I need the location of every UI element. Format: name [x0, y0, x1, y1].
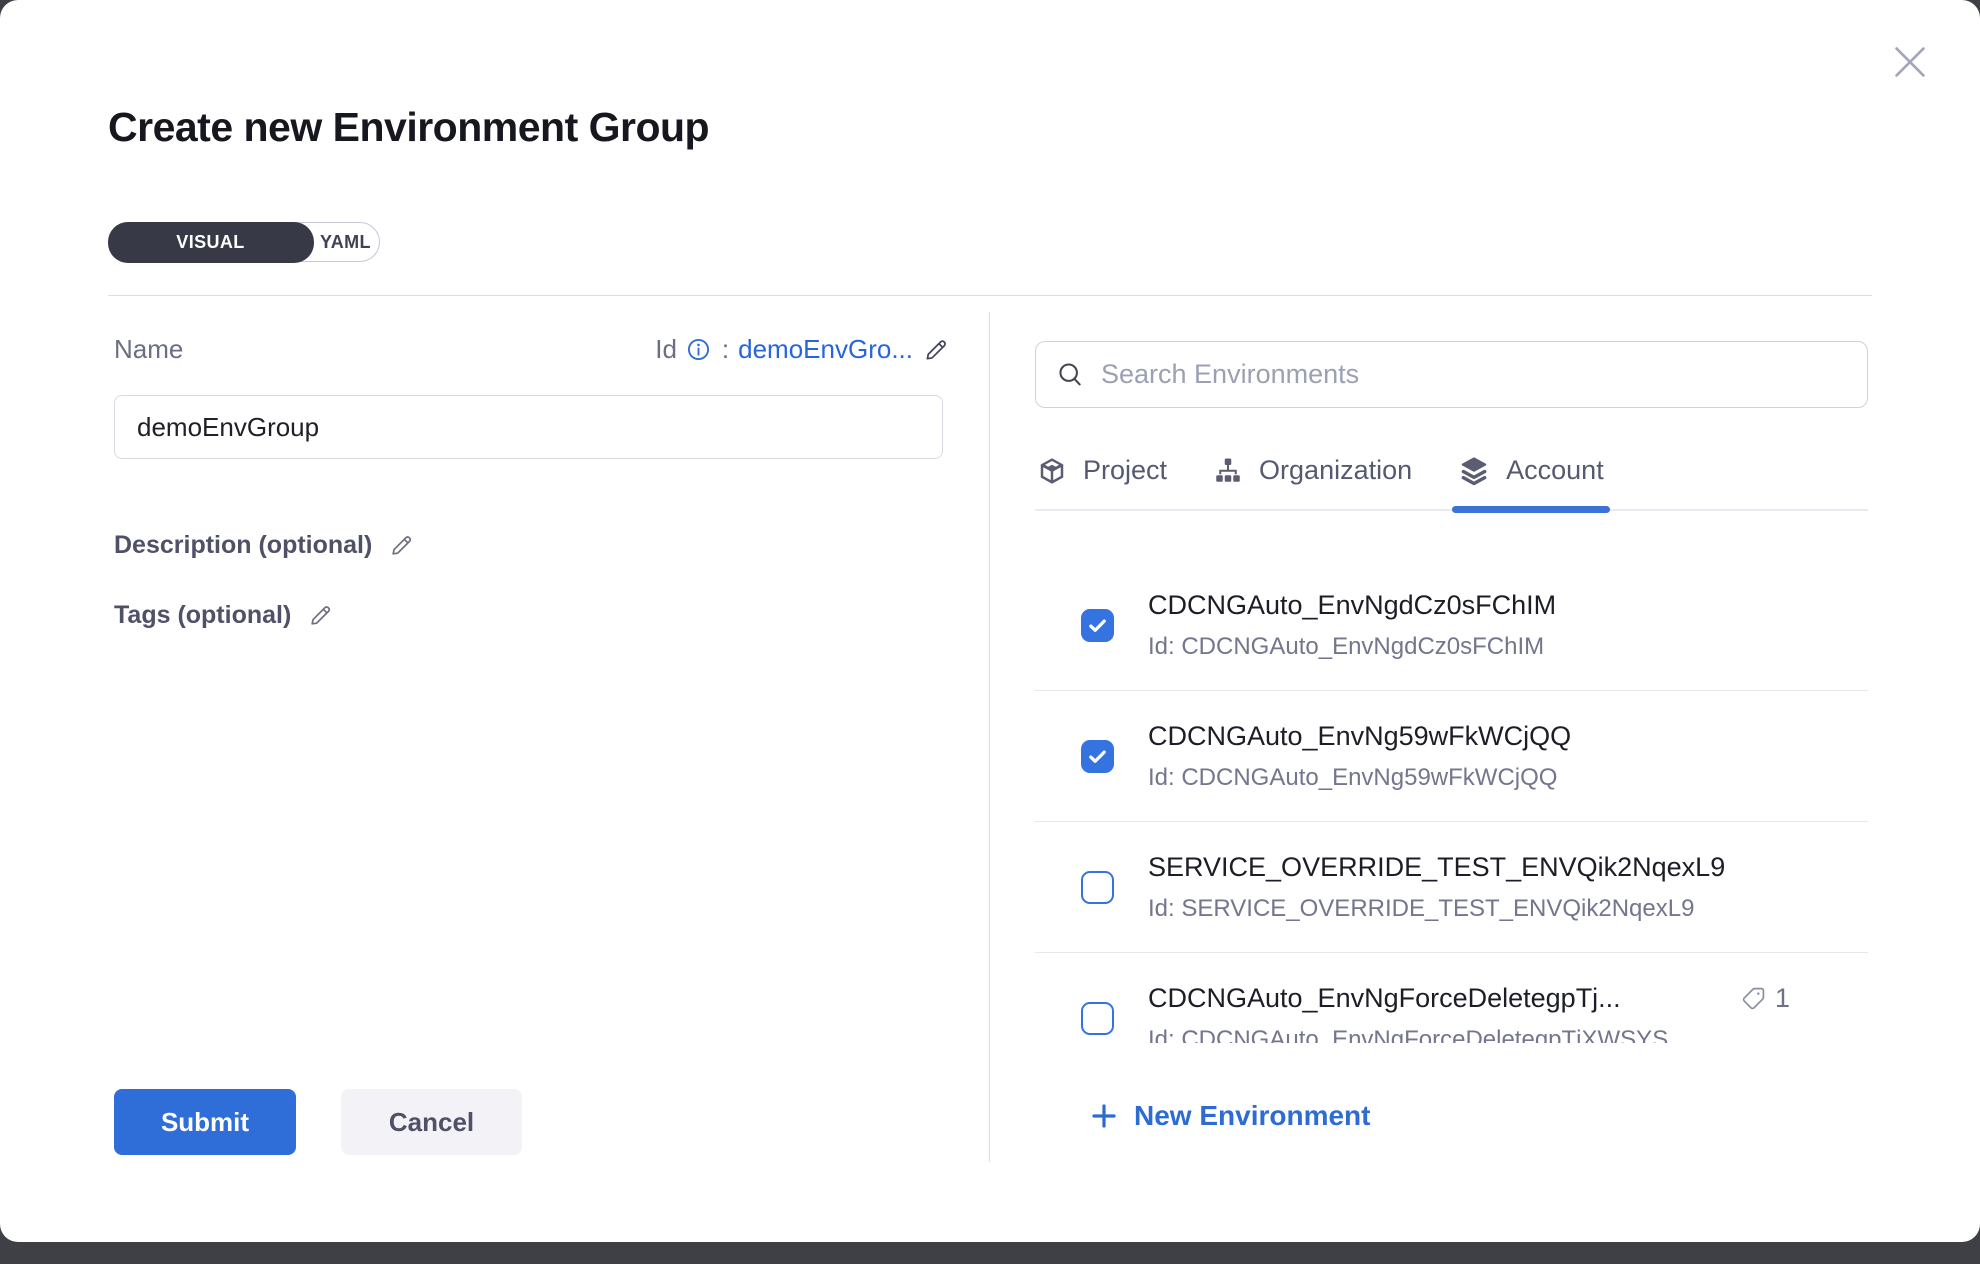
search-icon [1056, 360, 1085, 389]
new-environment-label: New Environment [1134, 1100, 1370, 1132]
tab-organization-label: Organization [1259, 455, 1412, 486]
environment-row[interactable]: CDCNGAuto_EnvNgdCz0sFChIM Id: CDCNGAuto_… [1035, 560, 1868, 691]
environment-id: Id: CDCNGAuto_EnvNgdCz0sFChIM [1148, 633, 1556, 661]
id-value: demoEnvGro... [738, 334, 913, 365]
environment-text: CDCNGAuto_EnvNgForceDeletegpTj... Id: CD… [1148, 982, 1668, 1043]
environment-id: Id: CDCNGAuto_EnvNgForceDeletegpTjXWSYS [1148, 1026, 1668, 1043]
toggle-yaml[interactable]: YAML [312, 223, 379, 261]
form-panel-divider [989, 312, 990, 1162]
close-icon [1887, 39, 1933, 85]
tag-count: 1 [1775, 983, 1790, 1014]
environment-name: SERVICE_OVERRIDE_TEST_ENVQik2NqexL9 [1148, 851, 1725, 883]
id-colon: : [722, 334, 729, 365]
close-button[interactable] [1884, 36, 1936, 88]
tag-icon [1740, 985, 1767, 1012]
environment-id: Id: CDCNGAuto_EnvNg59wFkWCjQQ [1148, 764, 1571, 792]
visual-yaml-toggle: VISUAL YAML [108, 222, 380, 262]
environment-checkbox[interactable] [1081, 609, 1114, 642]
toggle-visual[interactable]: VISUAL [108, 222, 314, 263]
scope-tabs: Project Organization [1035, 432, 1868, 511]
cancel-button[interactable]: Cancel [341, 1089, 522, 1155]
environment-id: Id: SERVICE_OVERRIDE_TEST_ENVQik2NqexL9 [1148, 895, 1725, 923]
environment-text: SERVICE_OVERRIDE_TEST_ENVQik2NqexL9 Id: … [1148, 851, 1725, 923]
edit-tags-pencil-icon[interactable] [307, 602, 334, 629]
environment-list: CDCNGAuto_EnvNgdCz0sFChIM Id: CDCNGAuto_… [1035, 511, 1868, 1043]
environment-name: CDCNGAuto_EnvNgdCz0sFChIM [1148, 589, 1556, 621]
environment-checkbox[interactable] [1081, 740, 1114, 773]
environment-text: CDCNGAuto_EnvNgdCz0sFChIM Id: CDCNGAuto_… [1148, 589, 1556, 661]
environment-row[interactable]: SERVICE_OVERRIDE_TEST_ENVQik2NqexL9 Id: … [1035, 822, 1868, 953]
search-box [1035, 341, 1868, 408]
submit-button[interactable]: Submit [114, 1089, 296, 1155]
edit-id-pencil-icon[interactable] [922, 336, 950, 364]
id-label: Id [655, 334, 677, 365]
layers-icon [1458, 455, 1490, 487]
environments-panel: Project Organization [1035, 341, 1868, 1043]
name-label: Name [114, 334, 183, 365]
cube-icon [1037, 456, 1067, 486]
edit-description-pencil-icon[interactable] [388, 532, 415, 559]
environment-row[interactable]: CDCNGAuto_EnvNg59wFkWCjQQ Id: CDCNGAuto_… [1035, 691, 1868, 822]
info-icon[interactable] [686, 337, 711, 362]
tab-project[interactable]: Project [1037, 432, 1167, 509]
identifier-group: Id : demoEnvGro... [655, 334, 950, 365]
new-environment-button[interactable]: New Environment [1089, 1100, 1370, 1132]
tags-label: Tags (optional) [114, 601, 291, 630]
description-row: Description (optional) [114, 531, 415, 560]
tags-row: Tags (optional) [114, 601, 334, 630]
environment-name: CDCNGAuto_EnvNgForceDeletegpTj... [1148, 982, 1668, 1014]
plus-icon [1089, 1101, 1119, 1131]
environment-checkbox[interactable] [1081, 1002, 1114, 1035]
sitemap-icon [1213, 456, 1243, 486]
environment-name: CDCNGAuto_EnvNg59wFkWCjQQ [1148, 720, 1571, 752]
tab-organization[interactable]: Organization [1213, 432, 1412, 509]
name-id-row: Name Id : demoEnvGro... [114, 334, 950, 365]
description-label: Description (optional) [114, 531, 372, 560]
name-input[interactable] [114, 395, 943, 459]
search-input[interactable] [1101, 359, 1847, 390]
page-title: Create new Environment Group [108, 104, 709, 151]
header-divider [108, 295, 1872, 296]
create-environment-group-dialog: Create new Environment Group VISUAL YAML… [0, 0, 1980, 1242]
tab-account[interactable]: Account [1458, 432, 1604, 509]
tab-account-label: Account [1506, 455, 1604, 486]
tab-project-label: Project [1083, 455, 1167, 486]
environment-row[interactable]: CDCNGAuto_EnvNgForceDeletegpTj... Id: CD… [1035, 953, 1868, 1043]
tag-count-badge: 1 [1740, 983, 1790, 1014]
environment-checkbox[interactable] [1081, 871, 1114, 904]
environment-text: CDCNGAuto_EnvNg59wFkWCjQQ Id: CDCNGAuto_… [1148, 720, 1571, 792]
